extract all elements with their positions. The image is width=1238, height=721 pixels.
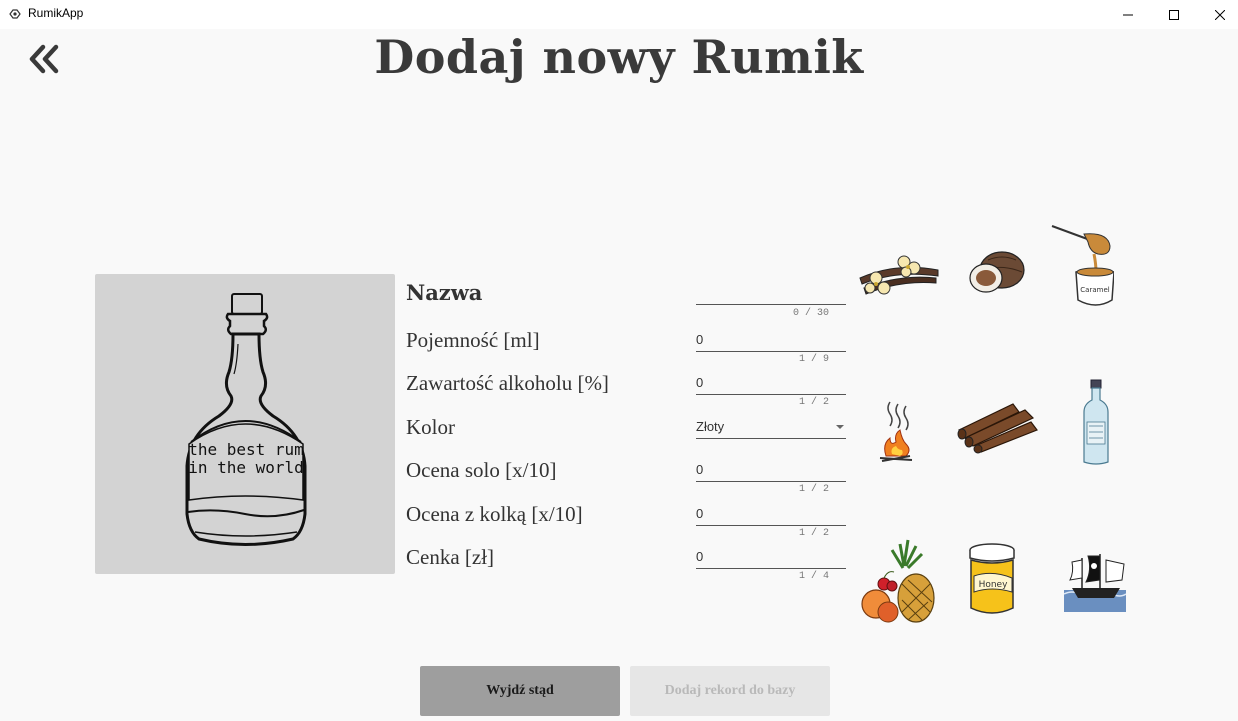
alcohol-field[interactable]: 0 1 / 2 — [696, 375, 846, 411]
price-counter: 1 / 4 — [798, 571, 829, 582]
chevron-down-icon[interactable] — [836, 425, 844, 429]
exit-button[interactable]: Wyjdź stąd — [420, 666, 620, 716]
capacity-label: Pojemność [ml] — [406, 328, 540, 352]
maximize-icon — [1169, 9, 1179, 20]
coconut-icon[interactable] — [966, 248, 1028, 298]
price-label: Cenka [zł] — [406, 545, 495, 569]
pirate-ship-icon[interactable] — [1064, 550, 1126, 612]
cola-rating-label: Ocena z kolką [x/10] — [406, 502, 583, 526]
color-underline — [696, 438, 846, 439]
capacity-counter: 1 / 9 — [798, 354, 829, 365]
window-titlebar: RumikApp — [0, 0, 1238, 29]
bottle-preview: the best rum in the world — [95, 274, 395, 574]
price-field[interactable]: 0 1 / 4 — [696, 549, 846, 585]
rum-bottle-icon: the best rum in the world — [185, 293, 307, 546]
caramel-icon[interactable]: Caramel — [1050, 220, 1114, 312]
alcohol-label: Zawartość alkoholu [%] — [406, 371, 609, 395]
solo-rating-counter: 1 / 2 — [798, 484, 829, 495]
solo-rating-underline — [696, 481, 846, 482]
alcohol-underline — [696, 394, 846, 395]
smoke-fire-icon[interactable] — [876, 398, 916, 464]
maximize-button[interactable] — [1151, 0, 1197, 29]
cola-rating-underline — [696, 525, 846, 526]
name-field[interactable]: 0 / 30 — [696, 286, 846, 322]
cola-rating-input[interactable]: 0 — [696, 506, 703, 521]
color-select-value[interactable]: Złoty — [696, 419, 724, 434]
capacity-field[interactable]: 0 1 / 9 — [696, 332, 846, 368]
capacity-underline — [696, 351, 846, 352]
solo-rating-input[interactable]: 0 — [696, 462, 703, 477]
vanilla-icon[interactable] — [856, 248, 942, 302]
price-input[interactable]: 0 — [696, 549, 703, 564]
honey-jar-label: Honey — [979, 580, 1009, 590]
bottle-label-line1: the best rum — [188, 440, 304, 459]
color-label: Kolor — [406, 415, 455, 439]
alcohol-counter: 1 / 2 — [798, 397, 829, 408]
capacity-input[interactable]: 0 — [696, 332, 703, 347]
cola-rating-counter: 1 / 2 — [798, 528, 829, 539]
app-icon — [9, 9, 21, 19]
add-record-button[interactable]: Dodaj rekord do bazy — [630, 666, 830, 716]
name-underline — [696, 304, 846, 305]
gin-bottle-icon[interactable] — [1080, 378, 1112, 468]
solo-rating-label: Ocena solo [x/10] — [406, 458, 557, 482]
cinnamon-icon[interactable] — [955, 396, 1039, 454]
page-title: Dodaj nowy Rumik — [374, 30, 864, 84]
honey-icon[interactable]: Honey — [966, 542, 1018, 618]
bottle-label-line2: in the world — [188, 458, 304, 477]
close-button[interactable] — [1197, 0, 1238, 29]
name-counter: 0 / 30 — [792, 308, 829, 319]
solo-rating-field[interactable]: 0 1 / 2 — [696, 462, 846, 498]
cola-rating-field[interactable]: 0 1 / 2 — [696, 506, 846, 542]
name-label: Nazwa — [406, 280, 483, 305]
window-title: RumikApp — [28, 6, 84, 20]
alcohol-input[interactable]: 0 — [696, 375, 703, 390]
color-select[interactable]: Złoty — [696, 419, 846, 441]
fruits-icon[interactable] — [858, 536, 938, 626]
minimize-button[interactable] — [1105, 0, 1151, 29]
price-underline — [696, 568, 846, 569]
close-icon — [1215, 9, 1225, 20]
caramel-jar-label: Caramel — [1080, 286, 1109, 294]
minimize-icon — [1123, 14, 1133, 15]
